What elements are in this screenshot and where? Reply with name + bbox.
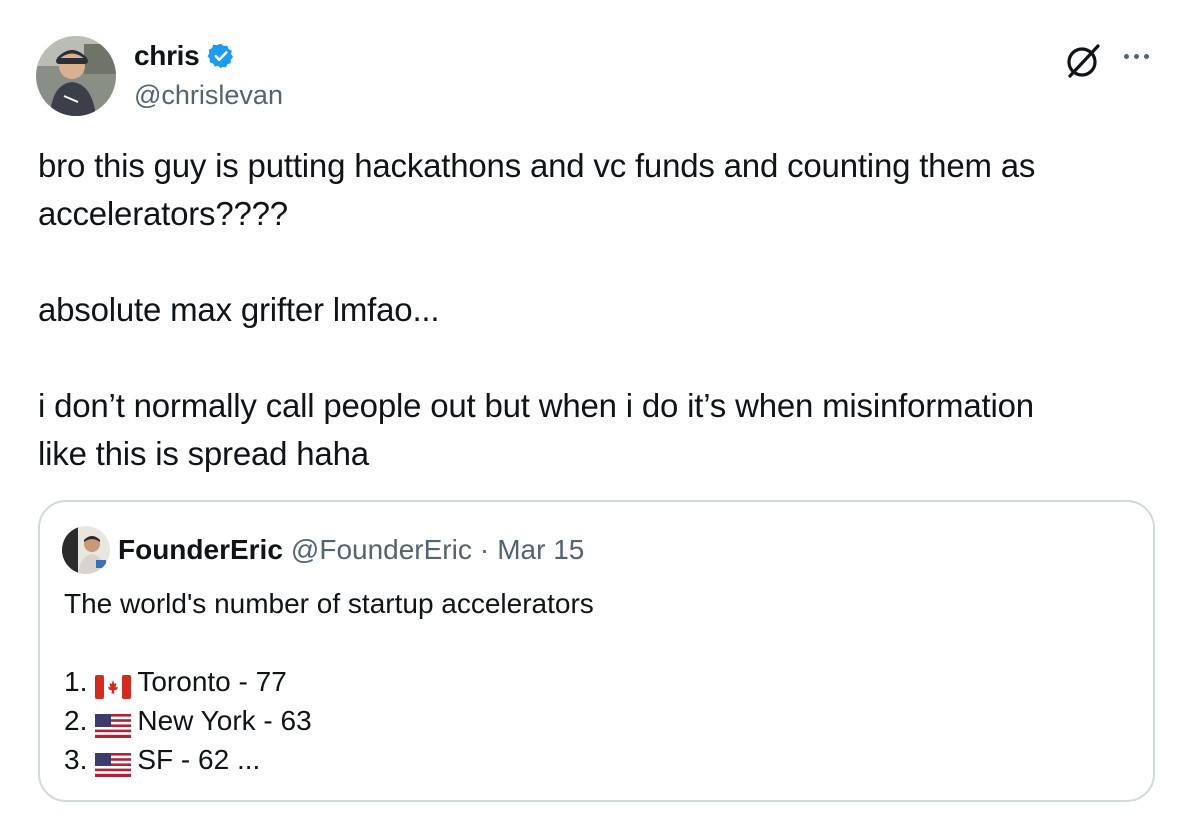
quoted-tweet-card[interactable]: FounderEric @FounderEric · Mar 15 The wo… — [38, 500, 1155, 802]
tweet-text-line: accelerators???? — [38, 195, 288, 232]
usa-flag-icon — [95, 748, 132, 777]
list-item: 1. Toronto - 77 — [64, 662, 1124, 701]
more-dot — [1143, 53, 1149, 59]
list-item-rank: 1. — [64, 666, 88, 697]
quoted-tweet-title: The world's number of startup accelerato… — [64, 588, 594, 619]
author-handle[interactable]: @chrislevan — [134, 80, 283, 111]
list-item-label: SF - 62 ... — [137, 744, 261, 775]
quoted-meta-separator: · — [479, 534, 490, 565]
list-item-rank: 3. — [64, 744, 88, 775]
quoted-tweet-header: FounderEric @FounderEric · Mar 15 — [62, 526, 584, 574]
more-dot — [1133, 53, 1139, 59]
list-item-rank: 2. — [64, 705, 88, 736]
list-item: 2. New York - 63 — [64, 701, 1124, 740]
tweet-text-line: absolute max grifter lmfao... — [38, 291, 440, 328]
list-item: 3. SF - 62 ... — [64, 740, 1124, 779]
canada-flag-icon — [95, 670, 132, 699]
tweet-text-line: bro this guy is putting hackathons and v… — [38, 147, 1036, 184]
quoted-author-handle[interactable]: @FounderEric — [291, 534, 472, 566]
tweet-text: bro this guy is putting hackathons and v… — [38, 142, 1158, 478]
grok-icon[interactable] — [1062, 38, 1106, 82]
quoted-author-display-name[interactable]: FounderEric — [118, 534, 283, 566]
author-name-row: chris — [134, 40, 235, 72]
tweet-text-line: like this is spread haha — [38, 435, 369, 472]
tweet-page: chris @chrislevan bro this guy is puttin… — [0, 0, 1200, 836]
verified-badge-icon — [207, 42, 235, 70]
more-options-icon[interactable] — [1114, 38, 1158, 74]
tweet-text-line: i don’t normally call people out but whe… — [38, 387, 1034, 424]
list-item-label: New York - 63 — [137, 705, 312, 736]
quoted-author-avatar[interactable] — [62, 526, 110, 574]
list-item-label: Toronto - 77 — [137, 666, 287, 697]
author-avatar[interactable] — [36, 36, 116, 116]
author-display-name[interactable]: chris — [134, 40, 200, 72]
quoted-tweet-date[interactable]: Mar 15 — [497, 534, 584, 566]
quoted-tweet-text: The world's number of startup accelerato… — [64, 584, 1124, 779]
more-dot — [1123, 53, 1129, 59]
usa-flag-icon — [95, 709, 132, 738]
